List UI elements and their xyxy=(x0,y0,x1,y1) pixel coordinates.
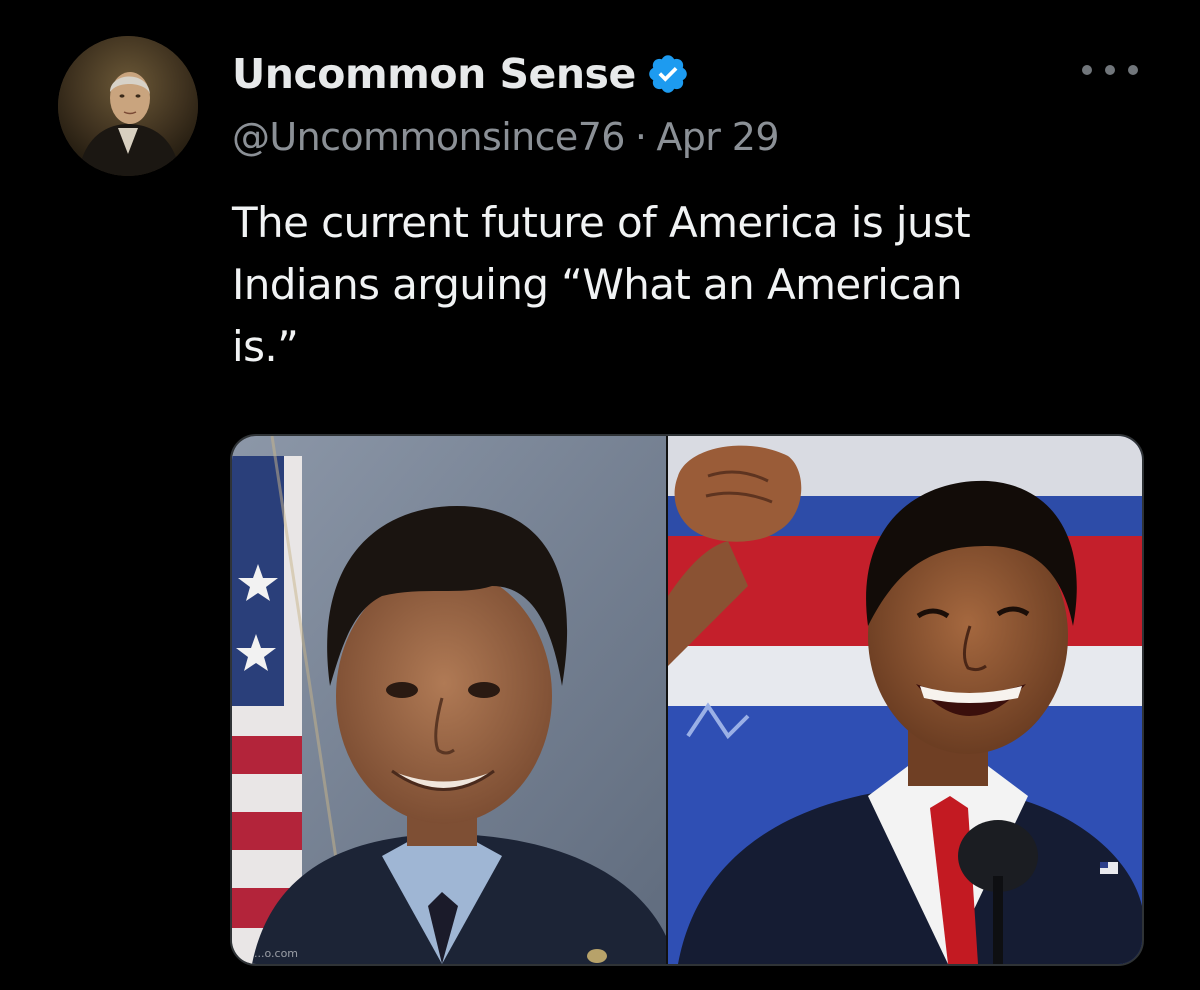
meta-separator: · xyxy=(634,115,647,159)
tweet-header: Uncommon Sense xyxy=(232,44,690,104)
tweet-text: The current future of America is just In… xyxy=(232,192,1132,378)
tweet-text-line: The current future of America is just xyxy=(232,198,971,247)
more-dot xyxy=(1082,65,1092,75)
verified-badge-icon xyxy=(646,52,690,96)
tweet[interactable]: Uncommon Sense @Uncommonsince76 · Apr 29 T… xyxy=(0,0,1200,990)
tweet-text-line: Indians arguing “What an American xyxy=(232,260,963,309)
photo-watermark: ...o.com xyxy=(254,947,299,960)
more-dot xyxy=(1105,65,1115,75)
avatar-portrait-image xyxy=(58,36,198,176)
portrait-photo-right-image xyxy=(668,436,1142,964)
tweet-date[interactable]: Apr 29 xyxy=(656,115,779,159)
more-dot xyxy=(1128,65,1138,75)
author-display-name[interactable]: Uncommon Sense xyxy=(232,50,636,98)
author-handle[interactable]: @Uncommonsince76 xyxy=(232,115,625,159)
media-photo-right[interactable] xyxy=(668,436,1142,964)
media-photo-left[interactable]: ...o.com xyxy=(232,436,666,964)
portrait-photo-left-image xyxy=(232,436,666,964)
avatar[interactable] xyxy=(58,36,198,176)
tweet-media[interactable]: ...o.com xyxy=(230,434,1144,966)
tweet-text-line: is.” xyxy=(232,322,299,371)
tweet-meta: @Uncommonsince76 · Apr 29 xyxy=(232,115,780,159)
more-options-icon[interactable] xyxy=(1082,52,1138,88)
